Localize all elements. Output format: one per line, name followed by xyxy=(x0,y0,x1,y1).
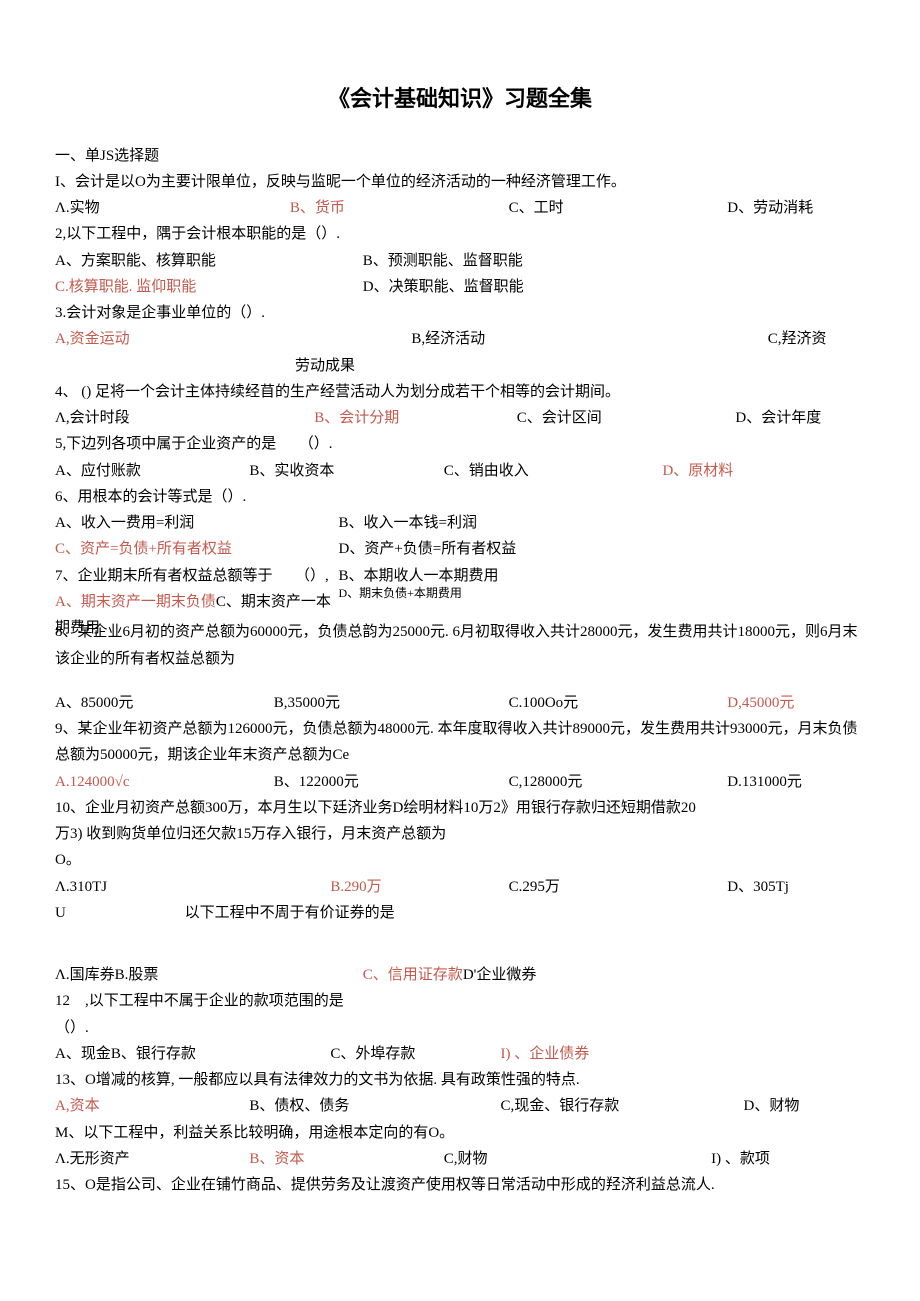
q11-opt-cd: C、信用证存款D'企业微券 xyxy=(363,962,537,988)
q14-opt-c: C,财物 xyxy=(444,1146,711,1172)
q14-options: Λ.无形资产 B、资本 C,财物 I) 、款项 xyxy=(55,1146,865,1172)
q5-opt-a: A、应付账款 xyxy=(55,458,249,484)
q2-options-row1: A、方案职能、核算职能 B、预测职能、监督职能 xyxy=(55,248,865,274)
q13-opt-d: D、财物 xyxy=(743,1093,799,1119)
q12-opt-d: I) 、企业债券 xyxy=(500,1041,589,1067)
q13-options: A,资本 B、债权、债务 C,现金、银行存款 D、财物 xyxy=(55,1093,865,1119)
q1-options: Λ.实物 B、货币 C、工时 D、劳动消耗 xyxy=(55,195,865,221)
q9-options: A.124000√c B、122000元 C,128000元 D.131000元 xyxy=(55,769,865,795)
q9-opt-c: C,128000元 xyxy=(509,769,728,795)
q10-options: Λ.310TJ B.290万 C.295万 D、305Tj xyxy=(55,874,865,900)
q10-stem3: O。 xyxy=(55,847,865,873)
q12-stem2: （）. xyxy=(55,1015,865,1041)
q2-opt-d: D、决策职能、监督职能 xyxy=(363,274,524,300)
q2-opt-b: B、预测职能、监督职能 xyxy=(363,248,523,274)
q4-stem: 4、 () 足将一个会计主体持续经苜的生产经营活动人为划分成若干个相等的会计期间… xyxy=(55,379,865,405)
q7-opt-a: A、期末资产一期末负债 xyxy=(55,594,216,610)
q3-opt-a: A,资金运动 xyxy=(55,326,411,352)
q6-opt-d: D、资产+负债=所有者权益 xyxy=(339,536,517,562)
q1-stem: I、会计是以O为主要计限单位，反映与监昵一个单位的经济活动的一种经济管理工作。 xyxy=(55,169,865,195)
q11-pre: U xyxy=(55,900,185,926)
q2-options-row2: C.核算职能. 监仰职能 D、决策职能、监督职能 xyxy=(55,274,865,300)
q11-opt-c: C、信用证存款 xyxy=(363,967,463,983)
q1-opt-b: B、货币 xyxy=(290,195,509,221)
q3-options: A,资金运动 B,经济活动 C,羟济资 xyxy=(55,326,865,352)
q11-stem-row: U 以下工程中不周于有价证券的是 xyxy=(55,900,865,926)
q9-opt-a: A.124000√c xyxy=(55,769,274,795)
q9-opt-d: D.131000元 xyxy=(727,769,802,795)
q3-extra: 劳动成果 xyxy=(55,353,865,379)
q4-opt-d: D、会计年度 xyxy=(735,405,821,431)
q8-options: A、85000元 B,35000元 C.100Oo元 D,45000元 xyxy=(55,690,865,716)
q1-opt-d: D、劳动消耗 xyxy=(727,195,813,221)
q1-opt-c: C、工时 xyxy=(509,195,728,221)
q14-opt-d: I) 、款项 xyxy=(711,1146,770,1172)
q14-opt-a: Λ.无形资产 xyxy=(55,1146,249,1172)
q6-options-row1: A、收入一费用=利润 B、收入一本钱=利润 xyxy=(55,510,865,536)
q10-opt-c: C.295万 xyxy=(509,874,728,900)
q3-opt-b: B,经济活动 xyxy=(411,326,767,352)
q6-stem: 6、用根本的会计等式是（）. xyxy=(55,484,865,510)
q12-opt-ab: A、现金B、银行存款 xyxy=(55,1041,330,1067)
q7-stem: 7、企业期末所有者权益总额等于 （）, xyxy=(55,563,339,589)
q12-options: A、现金B、银行存款 C、外埠存款 I) 、企业债券 xyxy=(55,1041,865,1067)
q8-opt-d: D,45000元 xyxy=(727,690,794,716)
q4-opt-b: B、会计分期 xyxy=(314,405,517,431)
q7-opt-b: B、本期收人一本期费用 xyxy=(339,563,499,589)
q8-opt-a: A、85000元 xyxy=(55,690,274,716)
q15-stem: 15、O是指公司、企业在铺竹商品、提供劳务及让渡资产使用权等日常活动中形成的羟济… xyxy=(55,1172,865,1198)
q10-opt-b: B.290万 xyxy=(330,874,508,900)
q12-opt-c: C、外埠存款 xyxy=(330,1041,500,1067)
q4-opt-c: C、会计区间 xyxy=(517,405,736,431)
q1-opt-a: Λ.实物 xyxy=(55,195,290,221)
q12-stem1: 12 ,以下工程中不属于企业的款项范围的是 xyxy=(55,988,865,1014)
q13-opt-c: C,现金、银行存款 xyxy=(500,1093,743,1119)
q10-opt-a: Λ.310TJ xyxy=(55,874,330,900)
page-title: 《会计基础知识》习题全集 xyxy=(55,80,865,119)
q4-opt-a: Λ,会计时段 xyxy=(55,405,314,431)
q5-stem: 5,下边列各项中属于企业资产的是 （）. xyxy=(55,431,865,457)
q8-stem: 8、某企业6月初的资产总额为60000元，负债总韵为25000元. 6月初取得收… xyxy=(55,619,865,672)
q14-stem: M、以下工程中，利益关系比较明确，用途根本定向的有O。 xyxy=(55,1120,865,1146)
q5-opt-c: C、销由收入 xyxy=(444,458,663,484)
q11-opt-d: D'企业微券 xyxy=(463,967,537,983)
q6-opt-b: B、收入一本钱=利润 xyxy=(339,510,477,536)
q2-stem: 2,以下工程中，隅于会计根本职能的是（）. xyxy=(55,221,865,247)
q10-stem1: 10、企业月初资产总额300万，本月生以下廷济业务D绘明材料10万2》用银行存款… xyxy=(55,795,865,821)
q10-stem2: 万3) 收到购货单位归还欠款15万存入银行，月末资产总额为 xyxy=(55,821,865,847)
q11-stem: 以下工程中不周于有价证券的是 xyxy=(185,900,395,926)
q11-options: Λ.国库券B.股票 C、信用证存款D'企业微券 xyxy=(55,962,865,988)
q3-stem: 3.会计对象是企事业单位的（）. xyxy=(55,300,865,326)
q2-opt-a: A、方案职能、核算职能 xyxy=(55,248,363,274)
q6-opt-c: C、资产=负债+所有者权益 xyxy=(55,536,339,562)
q5-opt-d: D、原材料 xyxy=(662,458,733,484)
q6-options-row2: C、资产=负债+所有者权益 D、资产+负债=所有者权益 xyxy=(55,536,865,562)
q13-opt-b: B、债权、债务 xyxy=(249,1093,500,1119)
q10-opt-d: D、305Tj xyxy=(727,874,789,900)
q11-opt-ab: Λ.国库券B.股票 xyxy=(55,962,363,988)
q9-opt-b: B、122000元 xyxy=(274,769,509,795)
q2-opt-c: C.核算职能. 监仰职能 xyxy=(55,274,363,300)
q9-stem: 9、某企业年初资产总额为126000元，负债总额为48000元. 本年度取得收入… xyxy=(55,716,865,769)
q3-opt-c: C,羟济资 xyxy=(768,326,827,352)
q8-opt-c: C.100Oo元 xyxy=(509,690,728,716)
q8-opt-b: B,35000元 xyxy=(274,690,509,716)
q6-opt-a: A、收入一费用=利润 xyxy=(55,510,339,536)
q5-options: A、应付账款 B、实收资本 C、销由收入 D、原材料 xyxy=(55,458,865,484)
q4-options: Λ,会计时段 B、会计分期 C、会计区间 D、会计年度 xyxy=(55,405,865,431)
q14-opt-b: B、资本 xyxy=(249,1146,443,1172)
section-heading: 一、单JS选择题 xyxy=(55,143,865,169)
q13-stem: 13、O增减的核算, 一般都应以具有法律效力的文书为依据. 具有政策性强的特点. xyxy=(55,1067,865,1093)
q13-opt-a: A,资本 xyxy=(55,1093,249,1119)
q5-opt-b: B、实收资本 xyxy=(249,458,443,484)
